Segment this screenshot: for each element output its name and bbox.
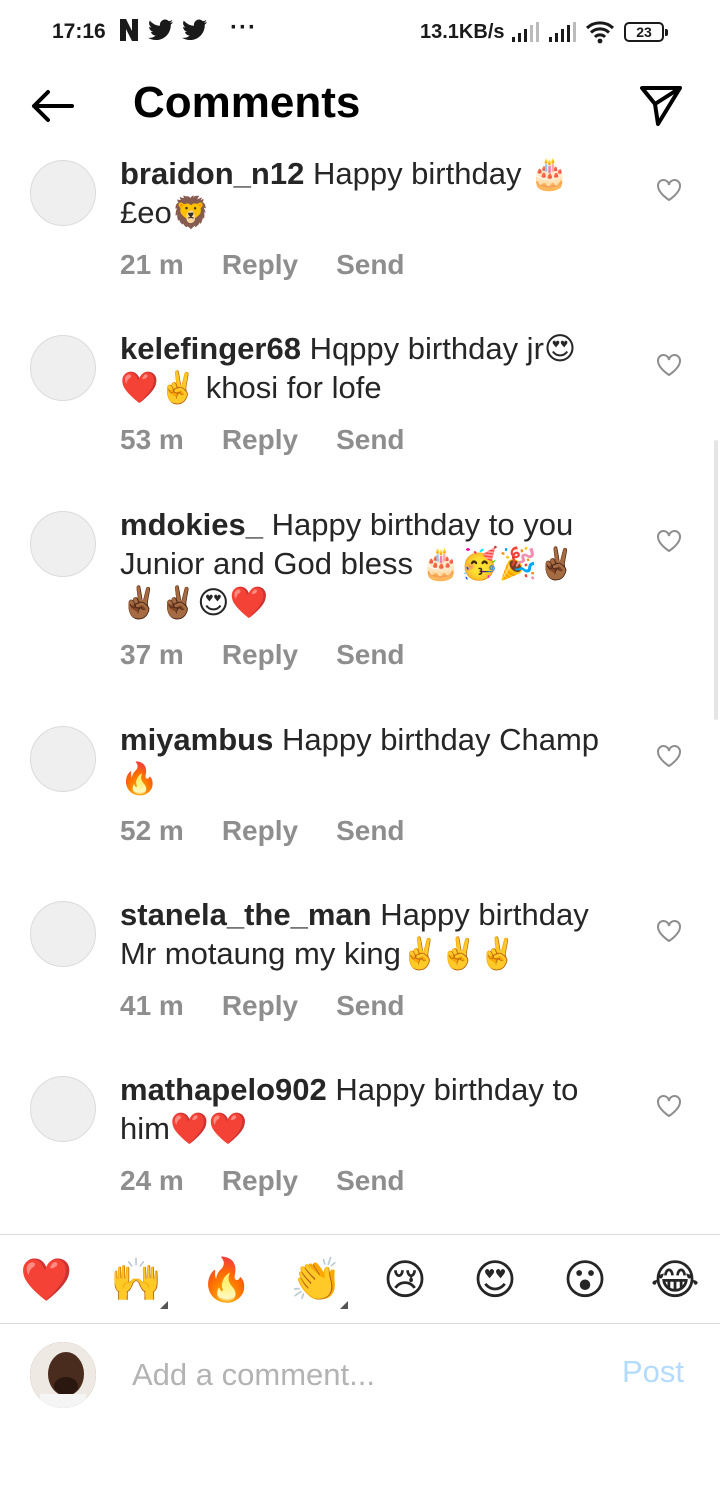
comment-username[interactable]: mathapelo902	[120, 1072, 327, 1107]
network-speed: 13.1KB/s	[420, 21, 505, 43]
comment-input[interactable]	[132, 1352, 592, 1398]
comment-meta: 37 m Reply Send	[120, 639, 405, 671]
comment-time: 24 m	[120, 1165, 184, 1196]
avatar[interactable]	[30, 511, 96, 577]
wifi-icon	[585, 21, 615, 44]
comment-meta: 21 m Reply Send	[120, 249, 405, 281]
netflix-n-icon	[120, 19, 138, 41]
reaction-surprised-face-icon[interactable]: 😮	[560, 1255, 610, 1305]
comment-body: mdokies_ Happy birthday to you Junior an…	[120, 505, 620, 622]
comment-username[interactable]: mdokies_	[120, 507, 263, 542]
send-button[interactable]: Send	[336, 424, 404, 456]
avatar[interactable]	[30, 335, 96, 401]
header: Comments	[0, 66, 720, 146]
comment-item: stanela_the_man Happy birthday Mr motaun…	[0, 887, 720, 1062]
comment-meta: 52 m Reply Send	[120, 815, 405, 847]
page-title: Comments	[133, 78, 361, 127]
reaction-heart-icon[interactable]: ❤️	[20, 1255, 72, 1305]
reply-button[interactable]: Reply	[222, 990, 298, 1022]
comment-time: 21 m	[120, 249, 184, 280]
comment-meta: 41 m Reply Send	[120, 990, 405, 1022]
reaction-raising-hands-icon[interactable]: 🙌	[110, 1255, 162, 1305]
comment-item: kelefinger68 Hqppy birthday jr😍 ❤️✌️ kho…	[0, 321, 720, 497]
reaction-heart-eyes-icon[interactable]: 😍	[470, 1255, 520, 1305]
send-button[interactable]: Send	[336, 815, 404, 847]
reply-button[interactable]: Reply	[222, 1165, 298, 1197]
more-notifications-icon: ···	[230, 14, 257, 41]
reaction-tears-of-joy-icon[interactable]: 😂	[650, 1255, 700, 1305]
avatar[interactable]	[30, 726, 96, 792]
reaction-clapping-hands-icon[interactable]: 👏	[290, 1255, 342, 1305]
twitter-bird-icon	[182, 19, 207, 41]
heart-icon[interactable]	[656, 529, 682, 553]
comment-time: 53 m	[120, 424, 184, 455]
reply-button[interactable]: Reply	[222, 424, 298, 456]
long-press-indicator-icon	[160, 1301, 168, 1309]
heart-icon[interactable]	[656, 919, 682, 943]
comment-time: 41 m	[120, 990, 184, 1021]
notification-icons	[118, 18, 208, 42]
comment-meta: 53 m Reply Send	[120, 424, 405, 456]
comment-username[interactable]: stanela_the_man	[120, 897, 372, 932]
reply-button[interactable]: Reply	[222, 249, 298, 281]
current-user-avatar	[30, 1342, 96, 1408]
comment-item: miyambus Happy birthday Champ 🔥 52 m Rep…	[0, 712, 720, 887]
comment-body: stanela_the_man Happy birthday Mr motaun…	[120, 895, 620, 973]
comment-time: 52 m	[120, 815, 184, 846]
send-button[interactable]: Send	[336, 249, 404, 281]
send-button[interactable]: Send	[336, 990, 404, 1022]
comment-composer: Post	[0, 1324, 720, 1424]
reply-button[interactable]: Reply	[222, 815, 298, 847]
comment-meta: 24 m Reply Send	[120, 1165, 405, 1197]
heart-icon[interactable]	[656, 353, 682, 377]
arrow-left-icon	[32, 90, 74, 122]
comment-body: braidon_n12 Happy birthday 🎂 £eo🦁	[120, 154, 620, 232]
profile-photo-icon	[30, 1342, 96, 1408]
long-press-indicator-icon	[340, 1301, 348, 1309]
comment-item: braidon_n12 Happy birthday 🎂 £eo🦁 21 m R…	[0, 146, 720, 321]
back-button[interactable]	[26, 82, 78, 130]
comment-item: mathapelo902 Happy birthday to him❤️❤️ 2…	[0, 1062, 720, 1222]
screen: 17:16 ··· 13.1KB/s 23 Comments braidon_n…	[0, 0, 720, 1508]
twitter-bird-icon	[148, 19, 173, 41]
avatar[interactable]	[30, 901, 96, 967]
comment-item: mdokies_ Happy birthday to you Junior an…	[0, 497, 720, 712]
cell-signal-icon	[549, 22, 576, 42]
reply-button[interactable]: Reply	[222, 639, 298, 671]
heart-icon[interactable]	[656, 178, 682, 202]
avatar[interactable]	[30, 160, 96, 226]
comment-username[interactable]: miyambus	[120, 722, 273, 757]
comment-body: miyambus Happy birthday Champ 🔥	[120, 720, 620, 798]
comments-list: braidon_n12 Happy birthday 🎂 £eo🦁 21 m R…	[0, 146, 720, 1222]
share-button[interactable]	[636, 80, 686, 130]
battery-icon: 23	[624, 22, 668, 42]
comment-body: mathapelo902 Happy birthday to him❤️❤️	[120, 1070, 620, 1148]
comment-username[interactable]: braidon_n12	[120, 156, 304, 191]
send-button[interactable]: Send	[336, 1165, 404, 1197]
comment-body: kelefinger68 Hqppy birthday jr😍 ❤️✌️ kho…	[120, 329, 620, 407]
heart-icon[interactable]	[656, 744, 682, 768]
cell-signal-icon	[512, 22, 539, 42]
reaction-crying-face-icon[interactable]: 😢	[380, 1255, 430, 1305]
comment-username[interactable]: kelefinger68	[120, 331, 301, 366]
heart-icon[interactable]	[656, 1094, 682, 1118]
quick-reactions-bar: ❤️ 🙌 🔥 👏 😢 😍 😮 😂	[0, 1234, 720, 1324]
reaction-fire-icon[interactable]: 🔥	[200, 1255, 252, 1305]
send-button[interactable]: Send	[336, 639, 404, 671]
paper-plane-icon	[640, 86, 682, 126]
scrollbar[interactable]	[714, 440, 718, 720]
avatar[interactable]	[30, 1076, 96, 1142]
status-bar: 17:16 ··· 13.1KB/s 23	[0, 0, 720, 66]
status-time: 17:16	[52, 20, 106, 43]
post-button[interactable]: Post	[622, 1354, 684, 1390]
comment-time: 37 m	[120, 639, 184, 670]
